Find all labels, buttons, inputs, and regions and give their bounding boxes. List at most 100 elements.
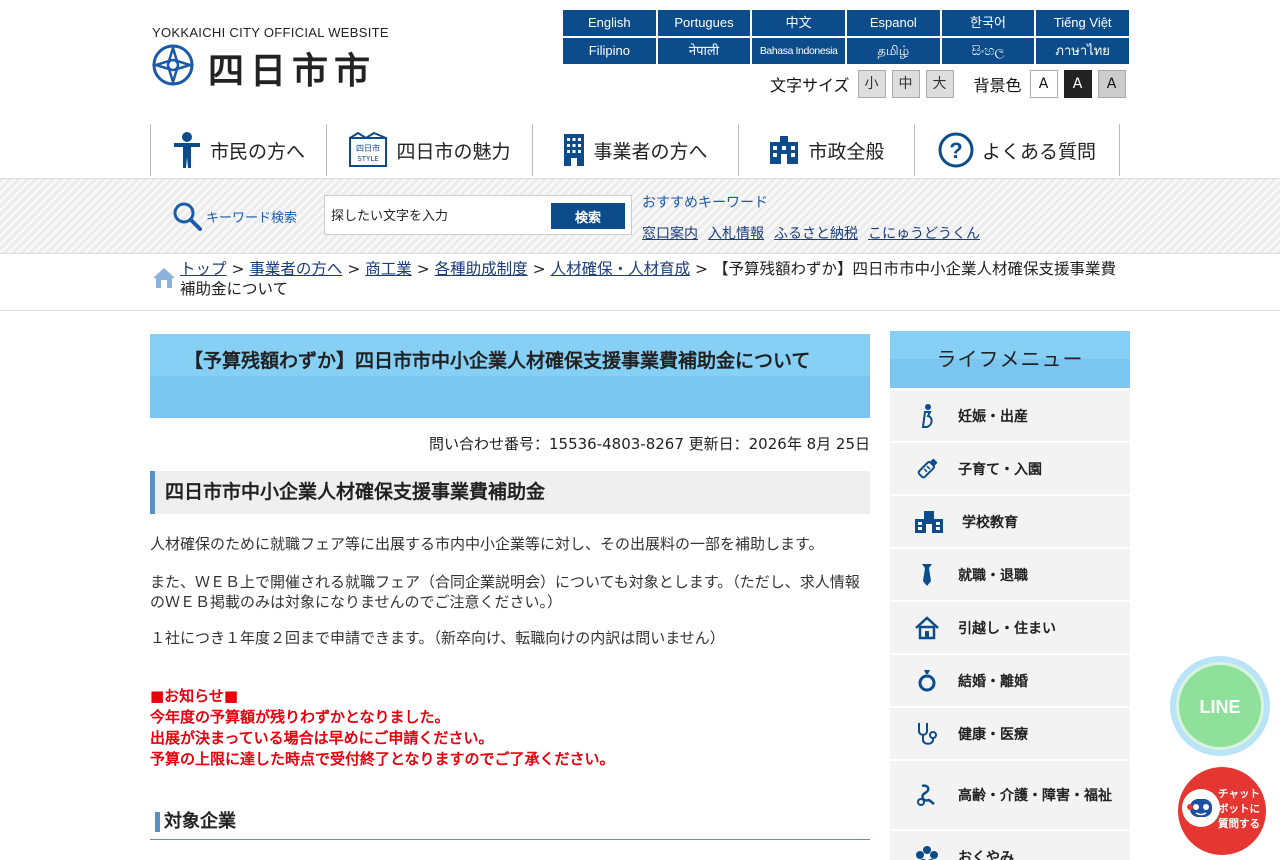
pregnancy-icon bbox=[921, 403, 933, 428]
lang-chinese[interactable]: 中文 bbox=[752, 10, 845, 36]
font-size-small-button[interactable]: 小 bbox=[857, 70, 886, 98]
chatbot-label: チャットボットに質問する bbox=[1218, 788, 1260, 830]
breadcrumb-hr[interactable]: 人材確保・人材育成 bbox=[551, 260, 691, 278]
life-menu-label: 妊娠・出産 bbox=[958, 408, 1028, 425]
breadcrumb-separator: > bbox=[695, 260, 709, 278]
breadcrumb-top[interactable]: トップ bbox=[180, 260, 227, 278]
lang-thai[interactable]: ภาษาไทย bbox=[1036, 38, 1129, 64]
keyword-link-konyudokun[interactable]: こにゅうどうくん bbox=[868, 223, 980, 243]
lang-nepali[interactable]: नेपाली bbox=[657, 38, 751, 64]
article-body: 人材確保のために就職フェア等に出展する市内中小企業等に対し、その出展料の一部を補… bbox=[150, 534, 870, 648]
question-icon: ? bbox=[938, 132, 974, 168]
line-badge: LINE bbox=[1176, 662, 1264, 750]
breadcrumb-commerce[interactable]: 商工業 bbox=[365, 260, 412, 278]
necktie-icon bbox=[922, 563, 932, 586]
logo-tagline[interactable]: YOKKAICHI CITY OFFICIAL WEBSITE bbox=[152, 25, 389, 40]
home-icon[interactable] bbox=[152, 267, 176, 289]
city-hall-icon bbox=[770, 136, 799, 164]
city-emblem-icon[interactable] bbox=[152, 44, 194, 86]
recommended-keywords-title: おすすめキーワード bbox=[642, 195, 768, 211]
line-label: LINE bbox=[1199, 697, 1241, 717]
page-title: 【予算残額わずか】四日市市中小企業人材確保支援事業費補助金について bbox=[150, 334, 870, 418]
lang-filipino[interactable]: Filipino bbox=[563, 38, 656, 64]
breadcrumb: トップ > 事業者の方へ > 商工業 > 各種助成制度 > 人材確保・人材育成 … bbox=[150, 259, 1130, 303]
keyword-link-counter-guide[interactable]: 窓口案内 bbox=[642, 223, 698, 243]
bg-white-button[interactable]: A bbox=[1029, 70, 1058, 98]
breadcrumb-subsidies[interactable]: 各種助成制度 bbox=[435, 260, 528, 278]
life-menu-item-pregnancy[interactable]: 妊娠・出産 bbox=[890, 388, 1130, 441]
nav-faq-label: よくある質問 bbox=[981, 140, 1096, 163]
nav-business-label: 事業者の方へ bbox=[593, 140, 708, 163]
baby-bottle-icon bbox=[917, 458, 938, 478]
search-button[interactable]: 検索 bbox=[551, 203, 625, 229]
lang-korean[interactable]: 한국어 bbox=[941, 10, 1035, 36]
site-header: YOKKAICHI CITY OFFICIAL WEBSITE 四日市市 Eng… bbox=[0, 0, 1280, 178]
elderly-icon bbox=[917, 784, 935, 806]
ring-icon bbox=[918, 669, 936, 691]
notice-line: 予算の上限に達した時点で受付終了となりますのでご了承ください。 bbox=[150, 750, 615, 768]
life-menu-item-welfare[interactable]: 高齢・介護・障害・福祉 bbox=[890, 759, 1130, 829]
life-menu-item-health[interactable]: 健康・医療 bbox=[890, 706, 1130, 759]
breadcrumb-separator: > bbox=[532, 260, 546, 278]
bg-black-button[interactable]: A bbox=[1063, 70, 1092, 98]
breadcrumb-divider bbox=[0, 310, 1280, 311]
recommended-keywords: 窓口案内 入札情報 ふるさと納税 こにゅうどうくん bbox=[642, 223, 980, 243]
flower-icon bbox=[916, 845, 938, 860]
page-meta: 問い合わせ番号：15536-4803-8267 更新日：2026年 8月 25日 bbox=[428, 435, 870, 453]
font-size-large-button[interactable]: 大 bbox=[925, 70, 954, 98]
lang-tamil[interactable]: தமிழ் bbox=[846, 38, 940, 64]
life-menu: ライフメニュー 妊娠・出産 子育て・入園 学校教育 就職・退職 引越し・住まい … bbox=[890, 331, 1130, 860]
nav-faq[interactable]: ? よくある質問 bbox=[914, 124, 1120, 176]
lang-sinhala[interactable]: සිංහල bbox=[941, 38, 1035, 64]
lang-indonesian[interactable]: Bahasa Indonesia bbox=[752, 38, 845, 64]
breadcrumb-business[interactable]: 事業者の方へ bbox=[249, 260, 342, 278]
line-button[interactable]: LINE bbox=[1170, 656, 1270, 756]
life-menu-item-childcare[interactable]: 子育て・入園 bbox=[890, 441, 1130, 494]
bg-grey-button[interactable]: A bbox=[1097, 70, 1126, 98]
life-menu-label: 健康・医療 bbox=[958, 726, 1028, 743]
keyword-link-bidding[interactable]: 入札情報 bbox=[708, 223, 764, 243]
nav-charm[interactable]: 四日市 STYLE 四日市の魅力 bbox=[326, 124, 532, 176]
keyword-search-text: キーワード検索 bbox=[206, 210, 298, 226]
office-building-icon bbox=[564, 134, 585, 166]
nav-charm-label: 四日市の魅力 bbox=[396, 140, 511, 163]
lang-espanol[interactable]: Espanol bbox=[846, 10, 940, 36]
chatbot-button[interactable]: チャットボットに質問する bbox=[1178, 767, 1266, 855]
language-menu: English Portugues 中文 Espanol 한국어 Tiếng V… bbox=[563, 10, 1129, 64]
breadcrumb-separator: > bbox=[231, 260, 245, 278]
font-size-medium-button[interactable]: 中 bbox=[891, 70, 920, 98]
nav-city-administration[interactable]: 市政全般 bbox=[738, 124, 914, 176]
life-menu-item-condolence[interactable]: おくやみ bbox=[890, 829, 1130, 860]
life-menu-label: 高齢・介護・障害・福祉 bbox=[958, 788, 1112, 804]
nav-citizens[interactable]: 市民の方へ bbox=[150, 124, 326, 176]
life-menu-label: 学校教育 bbox=[962, 514, 1018, 531]
search-input[interactable] bbox=[331, 204, 549, 228]
keyword-link-furusato-tax[interactable]: ふるさと納税 bbox=[774, 223, 858, 243]
notice-line: 今年度の予算額が残りわずかとなりました。 bbox=[150, 708, 450, 726]
keyword-search-label: キーワード検索 bbox=[172, 201, 297, 231]
life-menu-label: 子育て・入園 bbox=[958, 461, 1042, 478]
breadcrumb-trail: トップ > 事業者の方へ > 商工業 > 各種助成制度 > 人材確保・人材育成 … bbox=[180, 259, 1130, 299]
life-menu-label: 引越し・住まい bbox=[958, 620, 1056, 637]
nav-business[interactable]: 事業者の方へ bbox=[532, 124, 738, 176]
notice-block: ■お知らせ■ 今年度の予算額が残りわずかとなりました。 出展が決まっている場合は… bbox=[150, 686, 870, 770]
logo-text[interactable]: 四日市市 bbox=[208, 42, 376, 94]
lang-english[interactable]: English bbox=[563, 10, 656, 36]
life-menu-item-education[interactable]: 学校教育 bbox=[890, 494, 1130, 547]
bg-color-label: 背景色 bbox=[973, 76, 1022, 95]
life-menu-item-employment[interactable]: 就職・退職 bbox=[890, 547, 1130, 600]
breadcrumb-separator: > bbox=[416, 260, 430, 278]
svg-text:STYLE: STYLE bbox=[358, 155, 379, 163]
life-menu-label: 結婚・離婚 bbox=[958, 673, 1028, 690]
school-icon bbox=[915, 510, 943, 533]
house-icon bbox=[915, 615, 939, 639]
display-controls: 文字サイズ 小 中 大 背景色 A A A bbox=[770, 70, 1126, 98]
main-nav: 市民の方へ 四日市 STYLE 四日市の魅力 事業者の方へ 市政全般 ? よくあ… bbox=[150, 124, 1120, 176]
lang-portugues[interactable]: Portugues bbox=[657, 10, 751, 36]
nav-citizens-label: 市民の方へ bbox=[209, 140, 305, 163]
life-menu-item-marriage[interactable]: 結婚・離婚 bbox=[890, 653, 1130, 706]
section-heading: 四日市市中小企業人材確保支援事業費補助金 bbox=[150, 471, 870, 514]
notice-heading: ■お知らせ■ bbox=[150, 687, 239, 705]
lang-vietnamese[interactable]: Tiếng Việt bbox=[1036, 10, 1129, 36]
life-menu-item-housing[interactable]: 引越し・住まい bbox=[890, 600, 1130, 653]
